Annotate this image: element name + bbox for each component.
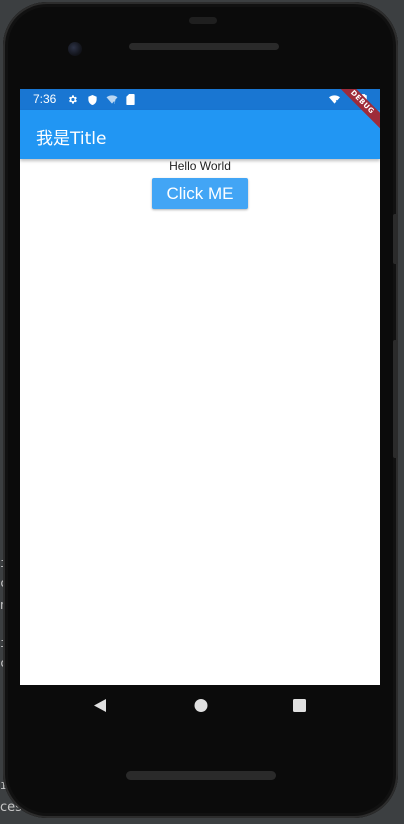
status-bar: 7:36 ?	[20, 89, 380, 110]
gear-icon	[69, 95, 77, 104]
wifi-question-icon: ?	[106, 95, 118, 105]
top-speaker-grille	[129, 43, 279, 50]
recents-icon[interactable]	[293, 699, 306, 712]
status-time: 7:36	[33, 92, 57, 106]
device-screen: 7:36 ? 我是Title DEBUG Hello World Click M…	[20, 89, 380, 685]
sd-card-icon	[126, 94, 135, 105]
front-camera-icon	[68, 42, 82, 56]
svg-text:?: ?	[113, 100, 115, 105]
back-icon[interactable]	[93, 698, 107, 713]
volume-button	[393, 214, 398, 264]
power-button	[393, 340, 398, 458]
wifi-off-icon	[329, 95, 340, 104]
earpiece	[189, 17, 217, 24]
app-bar: 我是Title	[20, 110, 380, 159]
home-icon[interactable]	[194, 698, 208, 713]
shield-icon	[88, 94, 97, 106]
bottom-speaker-grille	[126, 771, 276, 780]
click-me-button[interactable]: Click ME	[152, 178, 248, 209]
hello-text: Hello World	[169, 159, 231, 173]
page-title: 我是Title	[36, 129, 107, 149]
